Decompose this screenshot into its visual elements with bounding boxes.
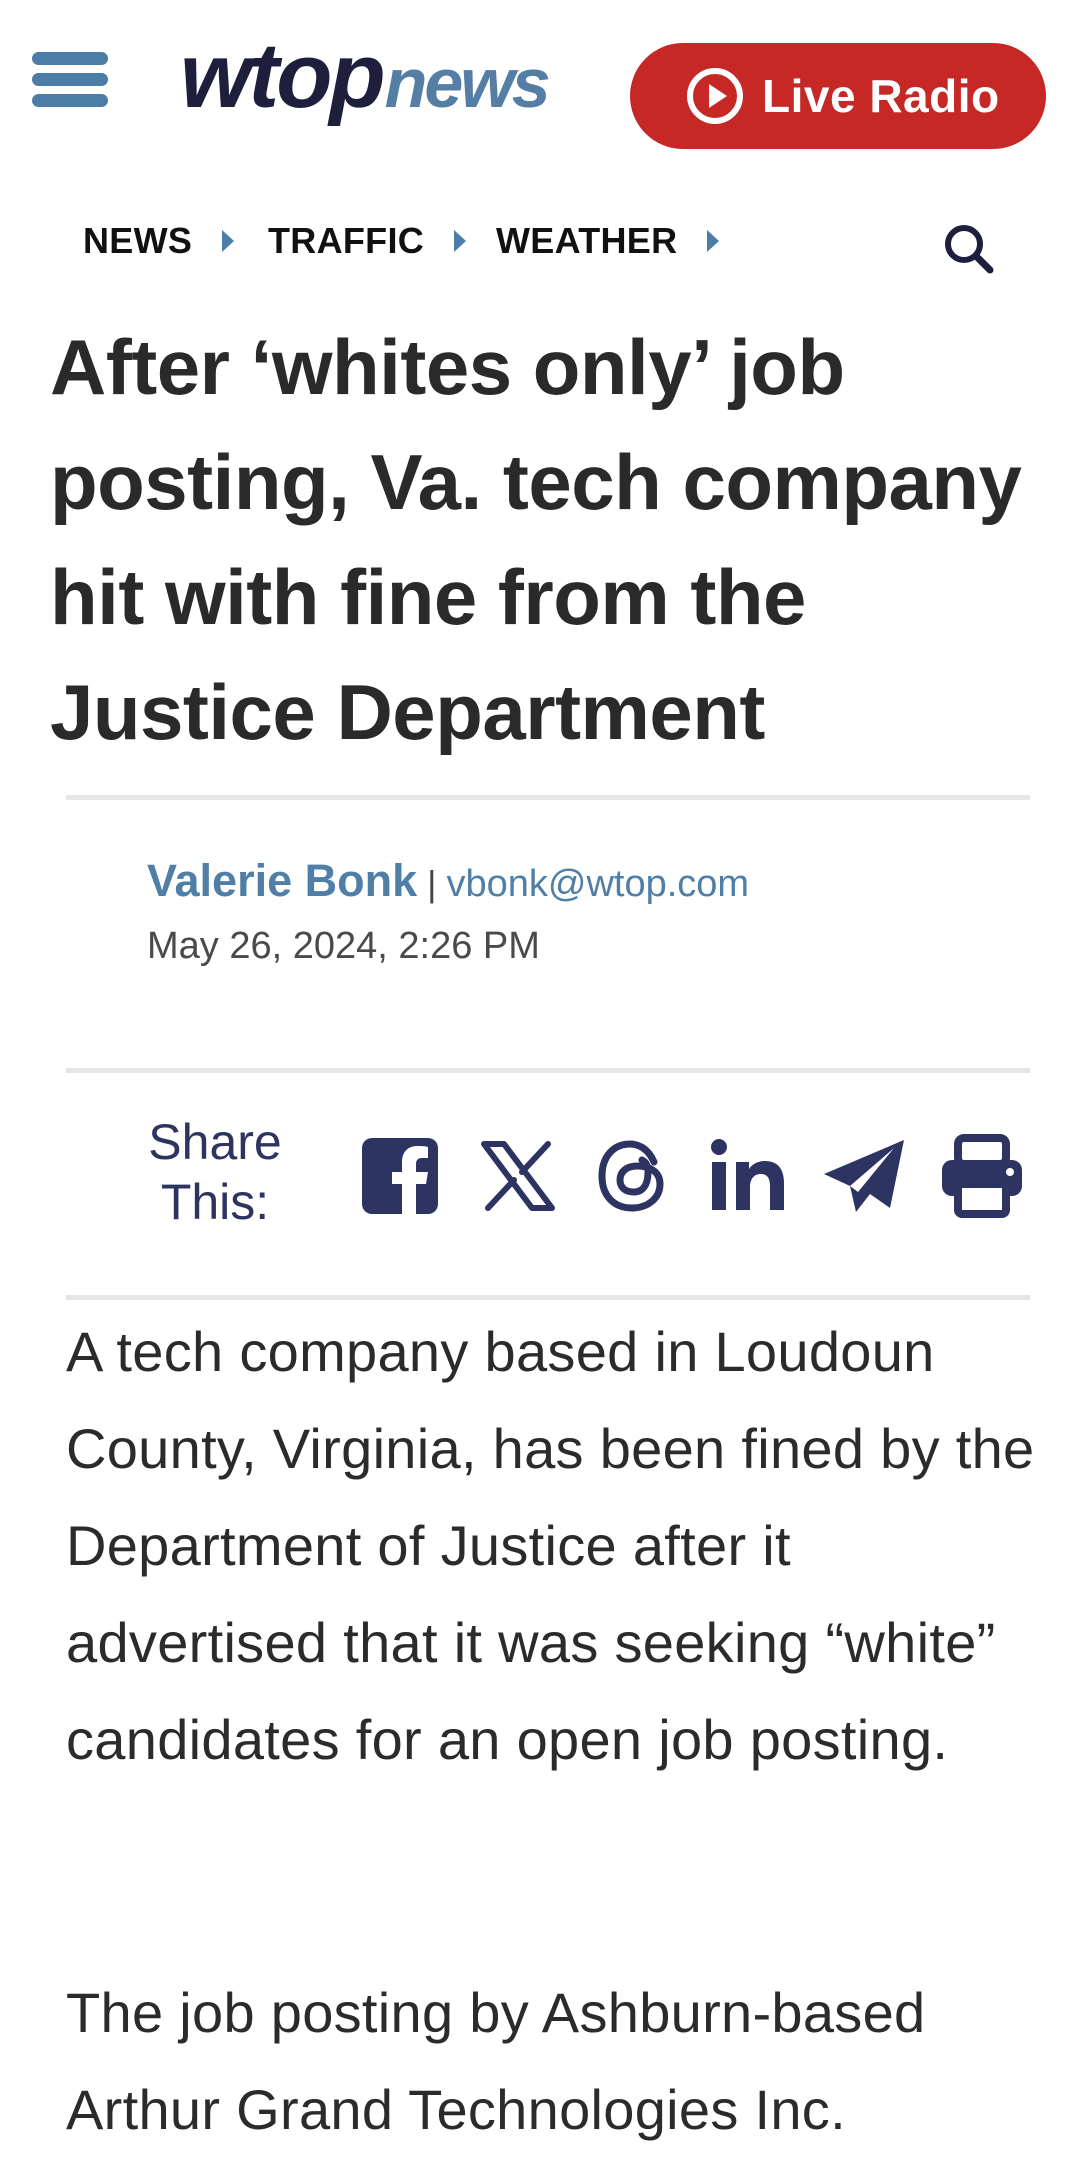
play-circle-icon [687,68,743,124]
publish-date: May 26, 2024, 2:26 PM [147,925,540,967]
author-link[interactable]: Valerie Bonk [147,855,417,907]
divider [66,1068,1030,1073]
linkedin-icon[interactable] [704,1132,792,1220]
author-email-link[interactable]: vbonk@wtop.com [447,863,750,906]
caret-right-icon [454,230,467,252]
search-icon[interactable] [940,220,996,276]
nav-item-traffic[interactable]: TRAFFIC [268,220,467,262]
site-logo[interactable]: wtop news [180,24,551,134]
article-headline: After ‘whites only’ job posting, Va. tec… [50,323,1022,756]
site-header: wtop news Live Radio [0,0,1080,160]
article-paragraph: A tech company based in Loudoun County, … [66,1320,1035,1771]
logo-brand-text: wtop [180,25,386,127]
nav-item-news[interactable]: NEWS [83,220,235,262]
byline-separator: | [427,863,437,904]
threads-icon[interactable] [588,1132,676,1220]
hamburger-menu-icon[interactable] [32,52,108,108]
nav-item-label: TRAFFIC [268,220,425,261]
byline: Valerie Bonk | vbonk@wtop.com May 26, 20… [147,855,1007,968]
telegram-icon[interactable] [820,1132,908,1220]
article-paragraph: The job posting by Ashburn-based Arthur … [66,1981,926,2141]
caret-right-icon [222,230,235,252]
divider [66,1295,1030,1300]
share-label: Share This: [148,1114,282,1230]
facebook-icon[interactable] [356,1132,444,1220]
live-radio-button[interactable]: Live Radio [630,43,1046,149]
nav-item-weather[interactable]: WEATHER [496,220,720,262]
nav-item-label: NEWS [83,220,193,261]
section-nav: NEWS TRAFFIC WEATHER [0,200,1080,290]
caret-right-icon [707,230,720,252]
print-icon[interactable] [938,1132,1026,1220]
divider [66,795,1030,800]
x-icon[interactable] [474,1132,562,1220]
logo-news-text: news [384,44,551,122]
nav-item-label: WEATHER [496,220,678,261]
live-radio-label: Live Radio [762,70,1000,122]
